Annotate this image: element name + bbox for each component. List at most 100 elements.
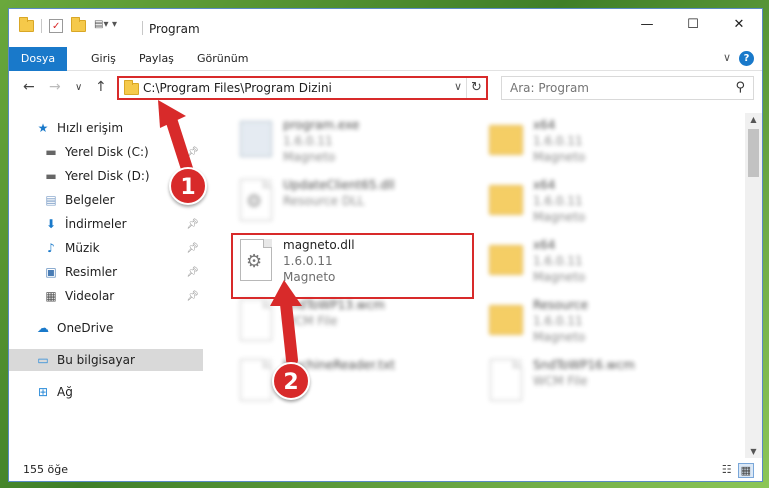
sidebar-item-network[interactable]: ⊞ Ağ (9, 381, 203, 403)
tab-view[interactable]: Görünüm (185, 47, 260, 71)
step-badge-2: 2 (272, 362, 310, 400)
download-icon: ⬇ (45, 217, 57, 231)
file-item[interactable]: program.exe 1.6.0.11 Magneto (237, 117, 457, 173)
folder-icon (19, 17, 34, 32)
file-version: 1.6.0.11 (533, 194, 583, 208)
pictures-icon: ▣ (45, 265, 57, 279)
details-view-icon[interactable]: ☷ (722, 463, 732, 478)
documents-icon: ▤ (45, 193, 57, 207)
sidebar-item-pictures[interactable]: ▣ Resimler 📌︎ (9, 261, 203, 283)
file-item[interactable]: Resource 1.6.0.11 Magneto (487, 297, 707, 353)
title-bar: ✓ ▤▾ ▾ Program — ☐ ✕ (9, 9, 762, 45)
file-company: Magneto (533, 150, 586, 164)
pin-icon: 📌︎ (186, 242, 199, 254)
file-name: SndToWP16.wcm (533, 358, 635, 372)
minimize-button[interactable]: — (624, 9, 670, 39)
sidebar-item-label: Yerel Disk (D:) (65, 169, 150, 183)
chevron-down-icon[interactable]: ▾ (112, 19, 126, 33)
help-icon[interactable]: ? (739, 51, 754, 66)
folder-icon (487, 297, 525, 343)
dll-file-icon: ⚙ (237, 177, 275, 223)
file-name: program.exe (283, 118, 360, 132)
sidebar-item-label: Resimler (65, 265, 118, 279)
file-name: x64 (533, 118, 556, 132)
expand-ribbon-icon[interactable]: ∨ (723, 51, 731, 66)
search-input[interactable] (502, 77, 753, 99)
new-folder-icon[interactable] (71, 17, 86, 32)
close-button[interactable]: ✕ (716, 9, 762, 39)
pin-icon: 📌︎ (186, 218, 199, 230)
file-name: UpdateClient65.dll (283, 178, 395, 192)
sidebar-item-label: Videolar (65, 289, 115, 303)
tab-home[interactable]: Giriş (79, 47, 128, 71)
folder-icon (487, 117, 525, 163)
file-version: 1.6.0.11 (533, 254, 583, 268)
sidebar-item-label: Bu bilgisayar (57, 353, 135, 367)
file-company: Magneto (533, 210, 586, 224)
file-item[interactable]: x64 1.6.0.11 Magneto (487, 177, 707, 233)
vertical-scrollbar[interactable]: ▲ ▼ (745, 113, 762, 458)
file-item[interactable]: SndToWP16.wcm WCM File (487, 357, 707, 413)
up-button[interactable]: ↑ (95, 79, 107, 95)
search-icon[interactable]: ⚲ (735, 80, 745, 95)
file-version: 1.6.0.11 (533, 134, 583, 148)
sidebar-item-label: Müzik (65, 241, 100, 255)
file-item[interactable]: x64 1.6.0.11 Magneto (487, 237, 707, 293)
sidebar-item-this-pc[interactable]: ▭ Bu bilgisayar (9, 349, 203, 371)
file-name: x64 (533, 178, 556, 192)
status-bar: 155 öğe ☷ ▦ (9, 459, 762, 481)
annotation-arrow-2 (270, 280, 302, 366)
drive-icon: ▬ (45, 145, 57, 159)
file-company: Magneto (533, 270, 586, 284)
file-company: Magneto (283, 150, 336, 164)
scroll-up-icon[interactable]: ▲ (745, 115, 762, 124)
sidebar-item-label: Belgeler (65, 193, 115, 207)
folder-icon (487, 177, 525, 223)
recent-locations-button[interactable]: ∨ (75, 82, 82, 93)
sidebar-item-downloads[interactable]: ⬇ İndirmeler 📌︎ (9, 213, 203, 235)
search-box[interactable]: ⚲ (501, 76, 754, 100)
file-version: 1.6.0.11 (533, 314, 583, 328)
forward-button[interactable]: → (49, 79, 61, 95)
sidebar-item-label: Yerel Disk (C:) (65, 145, 149, 159)
divider (142, 21, 143, 35)
tiles-view-icon[interactable]: ▦ (737, 463, 754, 478)
sidebar-item-label: Hızlı erişim (57, 121, 124, 135)
divider (41, 19, 42, 33)
tab-file[interactable]: Dosya (9, 47, 67, 71)
window-controls: — ☐ ✕ (624, 9, 762, 39)
sidebar-item-onedrive[interactable]: ☁ OneDrive (9, 317, 203, 339)
file-description: Resource DLL (283, 194, 365, 208)
folder-icon (487, 237, 525, 283)
network-icon: ⊞ (37, 385, 49, 399)
chevron-down-icon[interactable]: ∨ (454, 80, 462, 93)
tab-share[interactable]: Paylaş (127, 47, 186, 71)
item-count: 155 öğe (23, 463, 68, 476)
file-version: 1.6.0.11 (283, 134, 333, 148)
file-description: WCM File (533, 374, 588, 388)
view-switcher: ☷ ▦ (722, 463, 754, 478)
video-icon: ▦ (45, 289, 57, 303)
properties-icon[interactable]: ✓ (49, 19, 63, 33)
quick-access-toolbar: ✓ ▤▾ ▾ (19, 17, 126, 33)
sidebar-item-videos[interactable]: ▦ Videolar 📌︎ (9, 285, 203, 307)
back-button[interactable]: ← (23, 79, 35, 95)
refresh-button[interactable]: ↻ (466, 78, 486, 98)
scrollbar-thumb[interactable] (748, 129, 759, 177)
pin-icon: 📌︎ (186, 290, 199, 302)
star-icon: ★ (37, 121, 49, 135)
sidebar-item-label: Ağ (57, 385, 73, 399)
sidebar-item-music[interactable]: ♪ Müzik 📌︎ (9, 237, 203, 259)
scroll-down-icon[interactable]: ▼ (745, 447, 762, 456)
folder-icon (124, 80, 139, 95)
exe-file-icon (237, 117, 275, 163)
maximize-button[interactable]: ☐ (670, 9, 716, 39)
customize-icon[interactable]: ▤▾ (94, 19, 108, 33)
window-title: Program (149, 22, 200, 36)
file-item[interactable]: ⚙ UpdateClient65.dll Resource DLL (237, 177, 457, 233)
file-item[interactable]: x64 1.6.0.11 Magneto (487, 117, 707, 173)
file-name: x64 (533, 238, 556, 252)
ribbon-tabs: Dosya Giriş Paylaş Görünüm ∨ ? (9, 47, 762, 71)
file-name: Resource (533, 298, 589, 312)
music-icon: ♪ (47, 241, 55, 255)
